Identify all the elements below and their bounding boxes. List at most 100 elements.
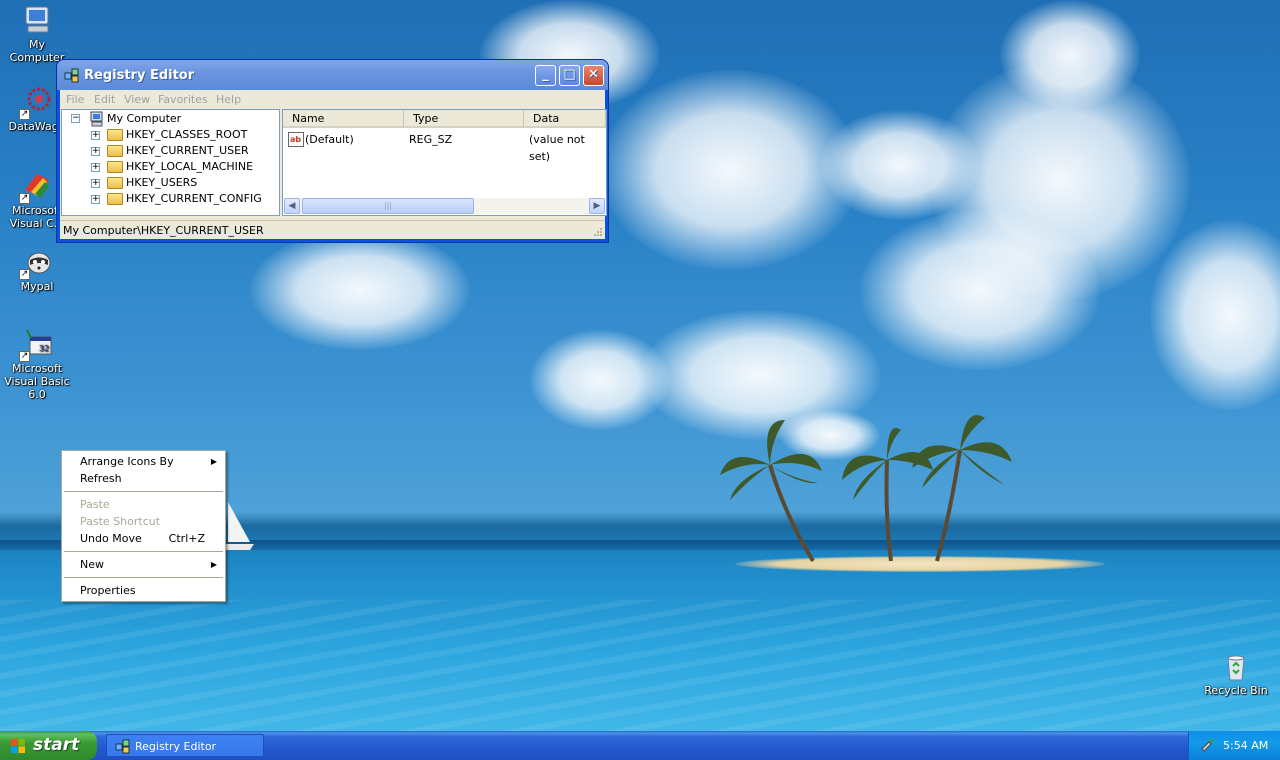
menu-item-label: Undo Move <box>80 532 142 545</box>
registry-tree[interactable]: − My Computer + HKEY_CLASSES_ROOT + HKEY… <box>61 109 280 216</box>
menu-edit[interactable]: Edit <box>94 93 115 106</box>
menu-item-arrange-icons-by[interactable]: Arrange Icons By ▶ <box>64 453 223 470</box>
minimize-button[interactable]: _ <box>535 65 556 86</box>
menu-file[interactable]: File <box>66 93 84 106</box>
desktop-context-menu[interactable]: Arrange Icons By ▶ Refresh Paste Paste S… <box>61 450 226 602</box>
folder-icon <box>107 145 123 157</box>
cloud <box>530 330 670 430</box>
folder-icon <box>107 193 123 205</box>
column-header-type[interactable]: Type <box>404 110 524 128</box>
datawago-icon: ↗ <box>19 86 53 120</box>
menu-item-label: Paste <box>80 498 110 511</box>
scroll-left-button[interactable]: ◀ <box>284 198 300 214</box>
menu-item-shortcut: Ctrl+Z <box>168 532 205 545</box>
desktop-icon-label: Mypal <box>20 280 54 293</box>
arrow-left-icon: ◀ <box>288 201 296 211</box>
menu-item-properties[interactable]: Properties <box>64 582 223 599</box>
arrow-right-icon: ▶ <box>593 201 601 211</box>
clock[interactable]: 5:54 AM <box>1223 739 1268 752</box>
menu-item-undo-move[interactable]: Undo Move Ctrl+Z <box>64 530 223 547</box>
shortcut-arrow-icon: ↗ <box>19 269 30 280</box>
registry-editor-icon <box>64 68 79 83</box>
desktop-icon-mypal[interactable]: ↗ Mypal <box>0 246 74 293</box>
safely-remove-hardware-icon[interactable] <box>1199 737 1215 753</box>
close-button[interactable]: ✕ <box>583 65 604 86</box>
registry-editor-icon <box>115 739 130 754</box>
maximize-button[interactable]: □ <box>559 65 580 86</box>
menu-item-label: Refresh <box>80 472 122 485</box>
menu-item-label: Arrange Icons By <box>80 455 174 468</box>
desktop-icon-label: My Computer <box>9 38 65 64</box>
tree-label: HKEY_CURRENT_USER <box>126 144 249 157</box>
tree-node[interactable]: + HKEY_CURRENT_USER <box>62 143 278 159</box>
palm-trees-image <box>720 415 1012 563</box>
collapse-icon[interactable]: − <box>71 114 80 123</box>
my-computer-icon <box>90 111 103 127</box>
tree-label: HKEY_CURRENT_CONFIG <box>126 192 262 205</box>
scroll-thumb[interactable]: ||| <box>302 198 474 214</box>
expand-icon[interactable]: + <box>91 147 100 156</box>
window-titlebar[interactable]: Registry Editor _ □ ✕ <box>57 60 608 90</box>
string-value-icon: ab <box>288 132 304 147</box>
menu-favorites[interactable]: Favorites <box>158 93 208 106</box>
recycle-bin-icon <box>1220 650 1252 682</box>
menu-item-new[interactable]: New ▶ <box>64 556 223 573</box>
menu-item-refresh[interactable]: Refresh <box>64 470 223 487</box>
desktop-icon-recycle-bin[interactable]: Recycle Bin <box>1199 650 1273 697</box>
menu-help[interactable]: Help <box>216 93 241 106</box>
windows-logo-icon <box>11 739 25 753</box>
close-icon: ✕ <box>588 67 599 82</box>
visual-basic-icon: 32 ↗ <box>19 328 53 362</box>
registry-values-list[interactable]: Name Type Data ab (Default) REG_SZ (valu… <box>282 109 607 216</box>
menu-separator <box>64 551 223 552</box>
folder-icon <box>107 177 123 189</box>
scroll-right-button[interactable]: ▶ <box>589 198 605 214</box>
taskbar[interactable]: start Registry Editor 5:54 AM <box>0 731 1280 760</box>
menu-separator <box>64 491 223 492</box>
submenu-arrow-icon: ▶ <box>210 560 217 569</box>
menu-separator <box>64 577 223 578</box>
tree-node[interactable]: + HKEY_CURRENT_CONFIG <box>62 191 278 207</box>
registry-editor-window[interactable]: Registry Editor _ □ ✕ File Edit View Fav… <box>57 60 608 242</box>
expand-icon[interactable]: + <box>91 179 100 188</box>
cloud <box>1000 0 1140 110</box>
menu-item-label: Paste Shortcut <box>80 515 161 528</box>
expand-icon[interactable]: + <box>91 195 100 204</box>
start-button[interactable]: start <box>0 731 97 760</box>
column-header-name[interactable]: Name <box>283 110 404 128</box>
shortcut-arrow-icon: ↗ <box>19 109 30 120</box>
tree-label: HKEY_LOCAL_MACHINE <box>126 160 254 173</box>
window-title: Registry Editor <box>84 68 195 83</box>
expand-icon[interactable]: + <box>91 131 100 140</box>
desktop-icon-visual-basic[interactable]: 32 ↗ Microsoft Visual Basic 6.0 <box>0 328 74 401</box>
tree-node[interactable]: + HKEY_LOCAL_MACHINE <box>62 159 278 175</box>
tree-label: HKEY_CLASSES_ROOT <box>126 128 248 141</box>
resize-grip-icon[interactable] <box>592 226 603 237</box>
column-header-data[interactable]: Data <box>524 110 606 128</box>
cloud <box>1150 220 1280 410</box>
menu-item-label: New <box>80 558 104 571</box>
maximize-icon: □ <box>563 67 576 82</box>
folder-icon <box>107 161 123 173</box>
shortcut-arrow-icon: ↗ <box>19 351 30 362</box>
tree-label: My Computer <box>107 112 182 125</box>
folder-icon <box>107 129 123 141</box>
tree-node[interactable]: + HKEY_CLASSES_ROOT <box>62 127 278 143</box>
svg-text:ab: ab <box>290 135 301 144</box>
taskbar-item-label: Registry Editor <box>135 740 217 753</box>
desktop-icon-my-computer[interactable]: My Computer <box>0 4 74 64</box>
value-data: (value not set) <box>529 133 585 163</box>
menu-item-paste: Paste <box>64 496 223 513</box>
value-type: REG_SZ <box>409 133 453 146</box>
menu-view[interactable]: View <box>124 93 150 106</box>
desktop-icon-label: Microsoft Visual Basic 6.0 <box>4 362 70 401</box>
taskbar-item-registry-editor[interactable]: Registry Editor <box>106 734 264 757</box>
tree-node[interactable]: + HKEY_USERS <box>62 175 278 191</box>
svg-text:32: 32 <box>39 344 49 353</box>
list-row[interactable]: ab (Default) REG_SZ (value not set) <box>283 131 606 163</box>
tree-root[interactable]: − My Computer <box>62 111 278 127</box>
menu-bar: File Edit View Favorites Help <box>60 90 605 109</box>
grip-icon: ||| <box>383 201 393 210</box>
expand-icon[interactable]: + <box>91 163 100 172</box>
horizontal-scrollbar[interactable]: ◀ ||| ▶ <box>284 198 605 214</box>
